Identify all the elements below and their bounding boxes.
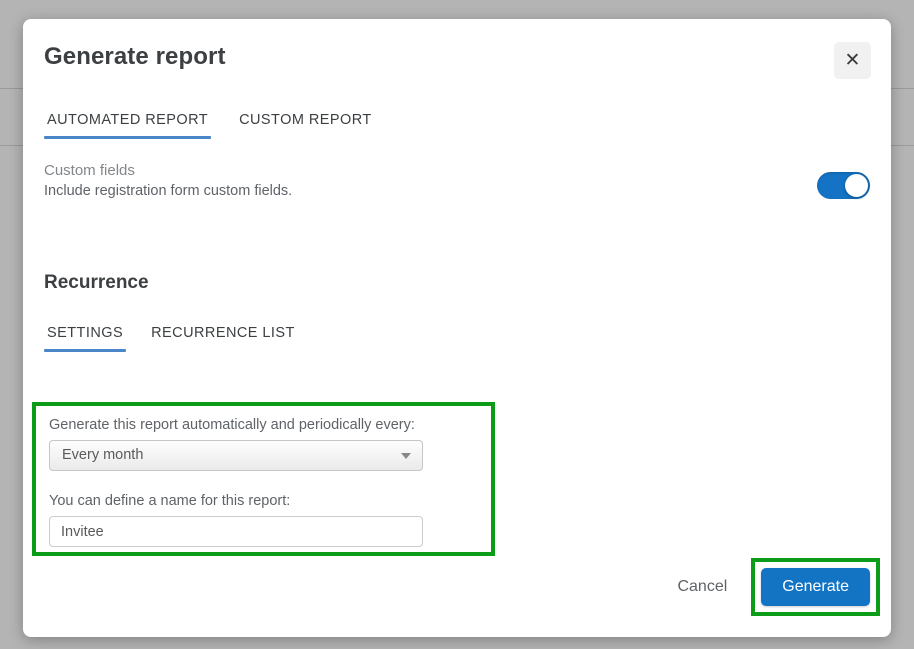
custom-fields-toggle[interactable] bbox=[817, 172, 870, 199]
report-type-tabs: AUTOMATED REPORT CUSTOM REPORT bbox=[44, 97, 891, 139]
toggle-knob bbox=[845, 174, 868, 197]
recurrence-tabs: SETTINGS RECURRENCE LIST bbox=[44, 316, 891, 352]
chevron-down-icon bbox=[401, 453, 411, 459]
tab-custom-report[interactable]: CUSTOM REPORT bbox=[236, 112, 375, 139]
frequency-label: Generate this report automatically and p… bbox=[49, 417, 415, 433]
page-title: Generate report bbox=[44, 43, 226, 70]
close-icon: ✕ bbox=[844, 49, 861, 71]
custom-fields-title: Custom fields bbox=[44, 162, 135, 179]
close-button[interactable]: ✕ bbox=[834, 42, 871, 79]
dialog-footer: Cancel Generate bbox=[667, 558, 880, 616]
cancel-button[interactable]: Cancel bbox=[667, 572, 737, 602]
custom-fields-row: Custom fields Include registration form … bbox=[44, 162, 870, 220]
generate-button[interactable]: Generate bbox=[761, 568, 870, 606]
dialog-header: Generate report ✕ bbox=[23, 19, 891, 97]
tab-recurrence-list[interactable]: RECURRENCE LIST bbox=[148, 325, 298, 352]
tab-automated-report[interactable]: AUTOMATED REPORT bbox=[44, 112, 212, 139]
generate-button-highlight: Generate bbox=[751, 558, 880, 616]
report-name-input[interactable] bbox=[49, 516, 423, 547]
recurrence-heading: Recurrence bbox=[44, 272, 149, 293]
report-name-label: You can define a name for this report: bbox=[49, 493, 291, 509]
tab-settings[interactable]: SETTINGS bbox=[44, 325, 127, 352]
generate-report-dialog: Generate report ✕ AUTOMATED REPORT CUSTO… bbox=[23, 19, 891, 637]
frequency-select-value: Every month bbox=[62, 447, 144, 463]
frequency-select[interactable]: Every month bbox=[49, 440, 423, 471]
recurrence-settings-highlight: Generate this report automatically and p… bbox=[32, 402, 495, 556]
custom-fields-description: Include registration form custom fields. bbox=[44, 183, 293, 199]
